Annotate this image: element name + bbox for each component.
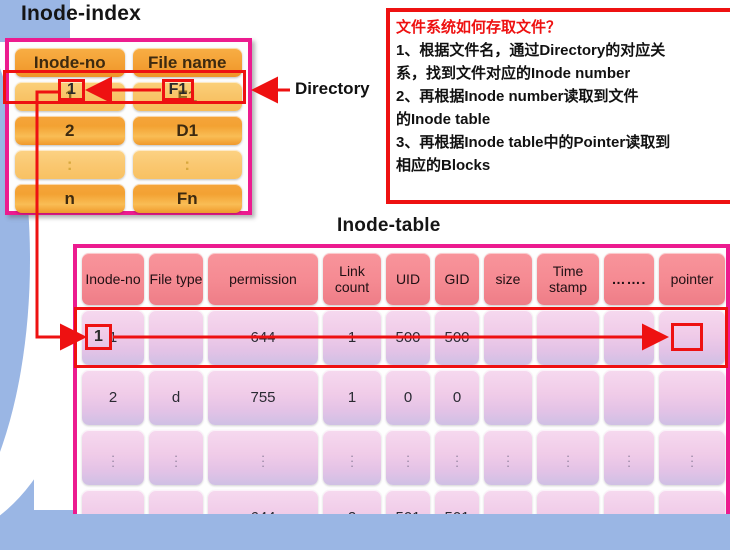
inode-table-cell-rn-gid: 501 (435, 490, 479, 514)
inode-table-cell-rn-link-count: 2 (323, 490, 381, 514)
vertical-dots-icon: ... (406, 445, 410, 470)
inode-index-row-1[interactable]: 1 F1 (9, 82, 248, 111)
inode-table-cell-r1-ellipsis (604, 310, 654, 365)
inode-table-cell-r1-file-type: - (149, 310, 203, 365)
vertical-dots-icon: ... (455, 445, 459, 470)
inode-table-header-link-count: Link count (323, 253, 381, 305)
note-line-6: 相应的Blocks (396, 157, 491, 174)
directory-label: Directory (295, 79, 370, 98)
inode-table-header-ellipsis: ……. (604, 253, 654, 305)
note-line-5: 3、再根据Inode table中的Pointer读取到 (396, 134, 671, 151)
note-line-3: 2、再根据Inode number读取到文件 (396, 88, 639, 105)
highlight-box-inode-no-1: 1 (58, 79, 85, 101)
inode-index-row-2[interactable]: 2 D1 (9, 116, 248, 145)
vertical-dots-icon: ... (174, 445, 178, 470)
inode-table-cell-re-uid: ... (386, 430, 430, 485)
note-title: 文件系统如何存取文件？ (396, 19, 562, 36)
inode-table-header-time-stamp: Time stamp (537, 253, 599, 305)
inode-table-cell-r1-link-count: 1 (323, 310, 381, 365)
vertical-dots-icon: ... (506, 445, 510, 470)
inode-table-cell-rn-size (484, 490, 532, 514)
inode-index-cell-file-name-n: Fn (132, 184, 242, 213)
note-line-4: 的Inode table (396, 111, 491, 128)
inode-table-row-2[interactable]: 2 d 755 1 0 0 (77, 370, 726, 425)
inode-index-row-n[interactable]: n Fn (9, 184, 248, 213)
inode-table-header-uid: UID (386, 253, 430, 305)
inode-table-cell-re-ellipsis: ... (604, 430, 654, 485)
inode-table-row-ellipsis: ... ... ... ... ... ... ... ... ... ... (77, 430, 726, 485)
inode-index-cell-inode-no-2: 2 (15, 116, 125, 145)
inode-table-cell-re-time-stamp: ... (537, 430, 599, 485)
explanation-note-box: 文件系统如何存取文件？ 1、根据文件名，通过Directory的对应关 系，找到… (386, 8, 730, 204)
note-line-1: 1、根据文件名，通过Directory的对应关 (396, 42, 666, 59)
inode-table-cell-re-pointer: ... (659, 430, 725, 485)
vertical-dots-icon: ... (111, 445, 115, 470)
inode-table-cell-r2-ellipsis (604, 370, 654, 425)
inode-table-header-pointer: pointer (659, 253, 725, 305)
inode-table-cell-rn-permission: 644 (208, 490, 318, 514)
inode-table-cell-r1-time-stamp (537, 310, 599, 365)
inode-table-cell-r2-size (484, 370, 532, 425)
inode-table-cell-rn-file-type: - (149, 490, 203, 514)
inode-table-cell-re-file-type: ... (149, 430, 203, 485)
inode-index-panel: Inode-no File name 1 F1 2 D1 : : n Fn (5, 38, 252, 215)
inode-index-cell-inode-no-ellipsis: : (15, 150, 125, 179)
inode-index-header-file-name: File name (132, 48, 242, 77)
vertical-dots-icon: ... (690, 445, 694, 470)
note-line-2: 系，找到文件对应的Inode number (396, 65, 631, 82)
inode-table-header-gid: GID (435, 253, 479, 305)
inode-table-cell-r1-permission: 644 (208, 310, 318, 365)
inode-table-cell-r2-time-stamp (537, 370, 599, 425)
inode-table-header-size: size (484, 253, 532, 305)
inode-table-cell-re-inode-no: ... (82, 430, 144, 485)
inode-table-cell-r1-gid: 500 (435, 310, 479, 365)
page-title-inode-table: Inode-table (337, 215, 441, 236)
inode-index-cell-file-name-ellipsis: : (132, 150, 242, 179)
highlight-box-pointer-cell (671, 323, 703, 351)
inode-table-header-permission: permission (208, 253, 318, 305)
inode-table-cell-rn-time-stamp (537, 490, 599, 514)
inode-table-cell-r1-size (484, 310, 532, 365)
inode-index-row-ellipsis: : : (9, 150, 248, 179)
inode-index-cell-inode-no-n: n (15, 184, 125, 213)
vertical-dots-icon: ... (627, 445, 631, 470)
inode-table-cell-re-permission: ... (208, 430, 318, 485)
inode-index-header-row: Inode-no File name (9, 48, 248, 77)
inode-table-cell-r2-pointer (659, 370, 725, 425)
inode-table-panel: Inode-no File type permission Link count… (73, 244, 730, 514)
inode-index-header-inode-no: Inode-no (15, 48, 125, 77)
inode-table-cell-re-link-count: ... (323, 430, 381, 485)
inode-table-cell-r2-gid: 0 (435, 370, 479, 425)
page-title-inode-index: Inode-index (21, 2, 142, 25)
inode-table-cell-r2-file-type: d (149, 370, 203, 425)
vertical-dots-icon: ... (566, 445, 570, 470)
inode-table-cell-r1-uid: 500 (386, 310, 430, 365)
inode-table-header-row: Inode-no File type permission Link count… (77, 253, 726, 305)
inode-table-cell-r2-uid: 0 (386, 370, 430, 425)
inode-table-cell-rn-uid: 501 (386, 490, 430, 514)
inode-table-row-n[interactable]: n - 644 2 501 501 (77, 490, 726, 514)
highlight-box-file-name-f1: F1 (162, 79, 194, 101)
inode-table-cell-rn-pointer (659, 490, 725, 514)
highlight-box-table-inode-no-1: 1 (85, 324, 112, 350)
inode-table-cell-r2-inode-no: 2 (82, 370, 144, 425)
inode-table-cell-re-size: ... (484, 430, 532, 485)
inode-table-header-file-type: File type (149, 253, 203, 305)
inode-table-cell-re-gid: ... (435, 430, 479, 485)
inode-table-cell-r2-permission: 755 (208, 370, 318, 425)
vertical-dots-icon: ... (261, 445, 265, 470)
inode-table-cell-r2-link-count: 1 (323, 370, 381, 425)
inode-index-cell-file-name-2: D1 (132, 116, 242, 145)
inode-table-cell-rn-inode-no: n (82, 490, 144, 514)
vertical-dots-icon: ... (350, 445, 354, 470)
inode-table-cell-rn-ellipsis (604, 490, 654, 514)
inode-table-header-inode-no: Inode-no (82, 253, 144, 305)
inode-table-row-1[interactable]: 1 - 644 1 500 500 (77, 310, 726, 365)
